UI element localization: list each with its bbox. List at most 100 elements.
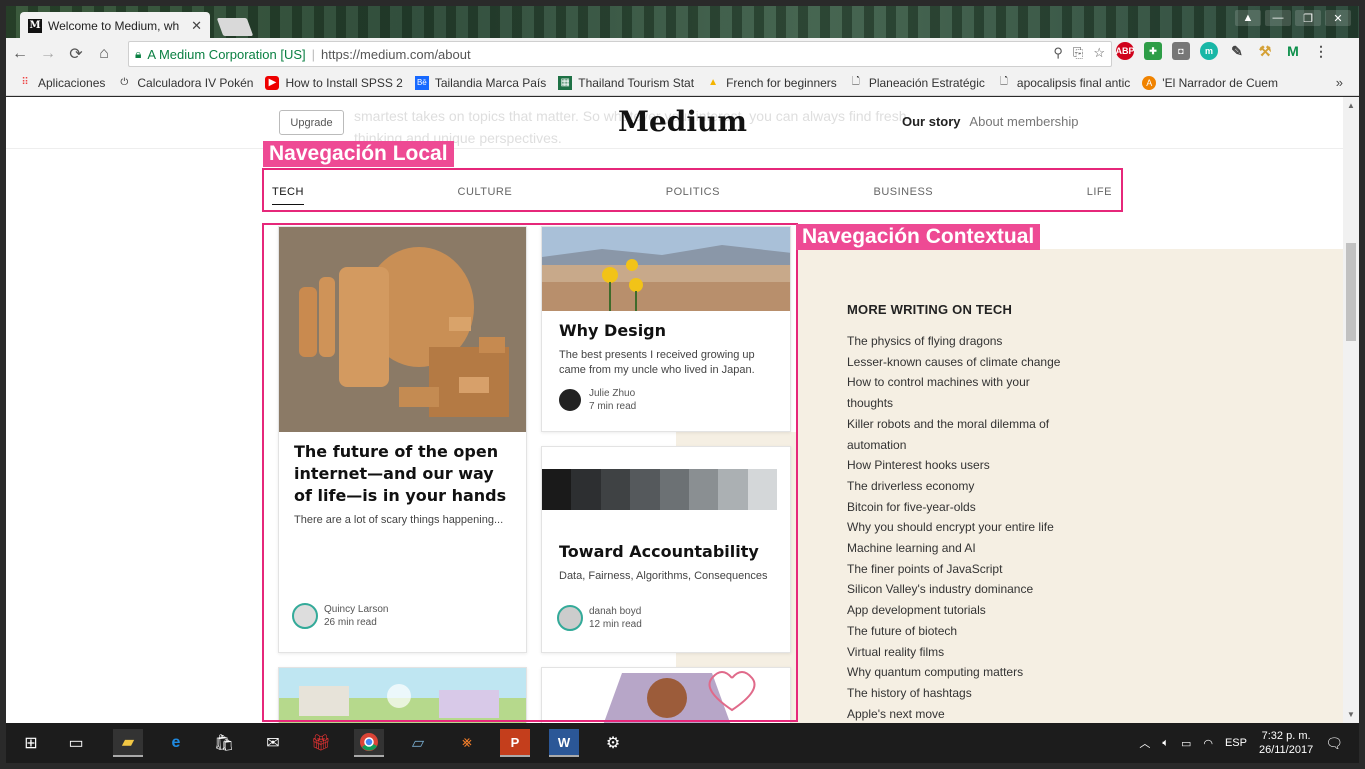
extension-green-icon[interactable]: ✚ xyxy=(1144,42,1162,60)
sidebar-link[interactable]: App development tutorials xyxy=(847,600,1077,621)
wifi-icon[interactable]: ◠ xyxy=(1203,737,1213,750)
web-page: smartest takes on topics that matter. So… xyxy=(6,97,1359,723)
bookmark-spss[interactable]: ▶ How to Install SPSS 2 xyxy=(265,75,403,90)
bookmark-apocalipsis[interactable]: 🗋 apocalipsis final antic xyxy=(997,76,1130,90)
minimize-button[interactable]: — xyxy=(1265,10,1291,26)
zoom-icon[interactable]: ⚲ xyxy=(1053,45,1063,61)
address-bar[interactable]: 🔒︎ A Medium Corporation [US] | https://m… xyxy=(128,41,1112,67)
medium-header: smartest takes on topics that matter. So… xyxy=(6,97,1343,149)
page-scrollbar[interactable]: ▲ ▼ xyxy=(1343,97,1359,723)
battery-icon[interactable]: ▭ xyxy=(1181,737,1191,750)
language-indicator[interactable]: ESP xyxy=(1225,737,1247,749)
visual-studio-icon[interactable]: ⨳ xyxy=(452,729,482,757)
medium-logo[interactable]: Medium xyxy=(618,105,747,138)
bookmark-label: Calculadora IV Pokén xyxy=(137,75,254,90)
bookmark-label: Tailandia Marca País xyxy=(434,75,547,90)
scroll-down-icon[interactable]: ▼ xyxy=(1347,710,1355,719)
sidebar-link[interactable]: Killer robots and the moral dilemma of a… xyxy=(847,414,1077,455)
sidebar-link[interactable]: The physics of flying dragons xyxy=(847,331,1077,352)
nav-about-membership[interactable]: About membership xyxy=(969,114,1078,129)
bookmarks-overflow-icon[interactable]: » xyxy=(1336,75,1343,90)
upgrade-button[interactable]: Upgrade xyxy=(279,110,344,135)
bookmark-thailand-tourism[interactable]: ▦ Thailand Tourism Stat xyxy=(558,75,695,90)
chrome-icon[interactable] xyxy=(354,729,384,757)
nav-our-story[interactable]: Our story xyxy=(902,114,961,129)
doc-icon: 🗋 xyxy=(851,76,860,87)
notifications-icon[interactable]: 🗨︎ xyxy=(1325,735,1343,752)
chevron-up-icon[interactable]: ︿ xyxy=(1139,735,1150,751)
hammer-icon[interactable]: ⚒ xyxy=(1256,42,1274,60)
bookmark-label: Thailand Tourism Stat xyxy=(578,75,695,90)
bookmark-apps[interactable]: ⠿ Aplicaciones xyxy=(18,76,105,90)
profile-button[interactable]: ▲ xyxy=(1235,10,1261,26)
new-tab-button[interactable] xyxy=(216,18,254,36)
medium-extension-icon[interactable]: M xyxy=(1284,42,1302,60)
browser-tab[interactable]: M Welcome to Medium, wh ✕ xyxy=(20,12,210,39)
bookmark-french[interactable]: ▲ French for beginners xyxy=(706,76,837,90)
powerpoint-icon[interactable]: P xyxy=(500,729,530,757)
gift-icon[interactable]: 🎁︎ xyxy=(306,729,336,757)
sidebar-link[interactable]: The history of hashtags xyxy=(847,683,1077,704)
local-nav-outline xyxy=(262,168,1123,212)
sidebar-link[interactable]: Bitcoin for five-year-olds xyxy=(847,497,1077,518)
mail-icon[interactable]: ✉ xyxy=(258,729,288,757)
sidebar-link[interactable]: The future of biotech xyxy=(847,621,1077,642)
bookmarks-bar: ⠿ Aplicaciones ⏻ Calculadora IV Pokén ▶ How… xyxy=(6,70,1359,96)
sidebar-link[interactable]: The driverless economy xyxy=(847,476,1077,497)
eyedropper-icon[interactable]: ✎ xyxy=(1228,42,1246,60)
bookmark-label: Planeación Estratégic xyxy=(868,75,985,90)
file-explorer-icon[interactable]: ▰ xyxy=(113,729,143,757)
sidebar-link[interactable]: Why quantum computing matters xyxy=(847,662,1077,683)
task-view-icon[interactable]: ▭ xyxy=(61,729,91,757)
tab-close-icon[interactable]: ✕ xyxy=(191,18,202,34)
adblock-icon[interactable]: ABP xyxy=(1116,42,1135,60)
bookmark-star-icon[interactable]: ☆ xyxy=(1093,45,1105,61)
forward-icon[interactable]: → xyxy=(34,40,62,68)
doc-icon: 🗋 xyxy=(999,76,1008,87)
sidebar-link[interactable]: Virtual reality films xyxy=(847,642,1077,663)
camera-icon[interactable]: ◘ xyxy=(1172,42,1190,60)
screen: M Welcome to Medium, wh ✕ ▲ — ❐ ✕ ← → ⟳ … xyxy=(0,0,1365,769)
header-nav: Our story About membership xyxy=(902,114,1079,129)
url-text: https://medium.com/about xyxy=(321,46,471,62)
translate-icon[interactable]: ⎘ xyxy=(1073,45,1083,61)
local-nav-label: Navegación Local xyxy=(263,141,454,167)
restore-button[interactable]: ❐ xyxy=(1295,10,1321,26)
address-separator: | xyxy=(311,46,316,62)
scroll-up-icon[interactable]: ▲ xyxy=(1347,101,1355,110)
secure-label: A Medium Corporation [US] xyxy=(147,46,306,62)
settings-gear-icon[interactable]: ⚙ xyxy=(598,729,628,757)
sidebar-link[interactable]: How Pinterest hooks users xyxy=(847,455,1077,476)
menu-icon[interactable]: ⋮ xyxy=(1312,42,1330,60)
sidebar-link[interactable]: Why you should encrypt your entire life xyxy=(847,517,1077,538)
power-icon: ⏻ xyxy=(120,77,129,88)
reload-icon[interactable]: ⟳ xyxy=(62,40,90,68)
home-icon[interactable]: ⌂ xyxy=(90,40,118,68)
notebook-icon[interactable]: ▱ xyxy=(403,729,433,757)
close-window-button[interactable]: ✕ xyxy=(1325,10,1351,26)
tab-title: Welcome to Medium, wh xyxy=(48,18,180,33)
scroll-thumb[interactable] xyxy=(1346,243,1356,341)
sidebar-link[interactable]: Silicon Valley's industry dominance xyxy=(847,579,1077,600)
sidebar-link[interactable]: How to control machines with your though… xyxy=(847,372,1077,413)
sidebar-link[interactable]: Machine learning and AI xyxy=(847,538,1077,559)
edge-icon[interactable]: e xyxy=(161,729,191,757)
sidebar-link[interactable]: Apple's next move xyxy=(847,704,1077,723)
contextual-sidebar: MORE WRITING ON TECH The physics of flyi… xyxy=(798,249,1343,723)
word-icon[interactable]: W xyxy=(549,729,579,757)
clock[interactable]: 7:32 p. m. 26/11/2017 xyxy=(1259,729,1313,757)
volume-icon[interactable]: 🔈︎ xyxy=(1162,737,1169,750)
bookmark-tailandia[interactable]: Bē Tailandia Marca País xyxy=(414,75,547,90)
bookmark-narrador[interactable]: A 'El Narrador de Cuem xyxy=(1142,75,1278,90)
sidebar-link[interactable]: The finer points of JavaScript xyxy=(847,559,1077,580)
bookmark-planeacion[interactable]: 🗋 Planeación Estratégic xyxy=(849,76,985,90)
mendeley-icon[interactable]: m xyxy=(1200,42,1218,60)
windows-start-icon[interactable]: ⊞ xyxy=(16,729,46,757)
sidebar-link[interactable]: Lesser-known causes of climate change xyxy=(847,352,1077,373)
apps-grid-icon: ⠿ xyxy=(21,77,29,88)
bookmark-calculadora[interactable]: ⏻ Calculadora IV Pokén xyxy=(117,76,253,90)
store-icon[interactable]: 🛍︎ xyxy=(209,729,239,757)
back-icon[interactable]: ← xyxy=(6,40,34,68)
windows-taskbar: ⊞ ▭ ▰ e 🛍︎ ✉ 🎁︎ ▱ ⨳ P W ⚙ ︿ 🔈︎ ▭ ◠ ESP 7… xyxy=(6,723,1359,763)
bookmark-label: Aplicaciones xyxy=(38,75,106,90)
